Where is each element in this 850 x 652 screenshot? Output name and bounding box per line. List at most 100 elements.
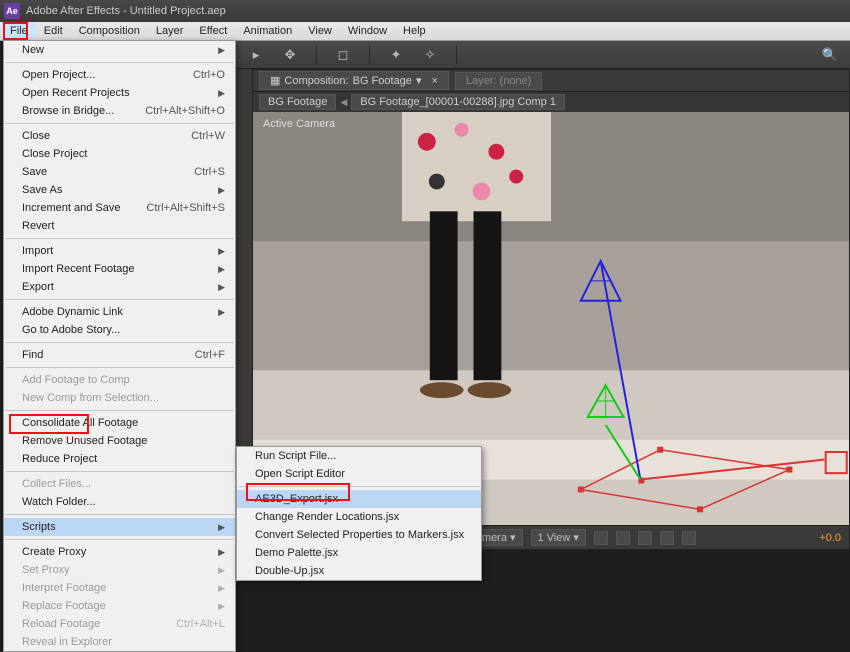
breadcrumb-item[interactable]: BG Footage (259, 94, 336, 110)
menu-effect[interactable]: Effect (191, 23, 235, 39)
submenu-arrow-icon: ▶ (218, 547, 225, 558)
menu-item-new[interactable]: New▶ (4, 41, 235, 59)
menu-item-revert[interactable]: Revert (4, 217, 235, 235)
menu-item-label: Import Recent Footage (22, 263, 135, 275)
submenu-arrow-icon: ▶ (218, 246, 225, 257)
axis-2d-icon[interactable]: ✧ (420, 47, 440, 63)
menu-item-label: Set Proxy (22, 564, 70, 576)
tool-strip[interactable]: ▸ ✥ ◻ ✦ ✧ 🔍 (236, 41, 850, 69)
menu-item-browse-in-bridge[interactable]: Browse in Bridge...Ctrl+Alt+Shift+O (4, 102, 235, 120)
menu-item-remove-unused-footage[interactable]: Remove Unused Footage (4, 432, 235, 450)
menu-item-adobe-dynamic-link[interactable]: Adobe Dynamic Link▶ (4, 303, 235, 321)
menu-item-label: Scripts (22, 521, 56, 533)
menu-separator (5, 342, 234, 343)
views-dropdown[interactable]: 1 View▾ (531, 529, 586, 546)
menu-view[interactable]: View (300, 23, 340, 39)
comp-breadcrumb[interactable]: BG Footage ◀ BG Footage_[00001-00288].jp… (253, 92, 849, 112)
menu-item-increment-and-save[interactable]: Increment and SaveCtrl+Alt+Shift+S (4, 199, 235, 217)
menu-help[interactable]: Help (395, 23, 434, 39)
search-icon[interactable]: 🔍 (820, 47, 840, 63)
menu-item-label: Adobe Dynamic Link (22, 306, 123, 318)
menu-window[interactable]: Window (340, 23, 395, 39)
menu-animation[interactable]: Animation (235, 23, 300, 39)
menu-item-label: Save (22, 166, 47, 178)
menu-item-label: Create Proxy (22, 546, 86, 558)
tab-composition[interactable]: ▦ Composition: BG Footage ▾ × (259, 71, 449, 90)
exposure-value[interactable]: +0.0 (819, 532, 841, 544)
menu-item-label: Reveal in Explorer (22, 636, 112, 648)
viewport-camera-label: Active Camera (263, 118, 335, 130)
menu-file[interactable]: File (2, 23, 36, 39)
tab-layer[interactable]: Layer: (none) (455, 72, 542, 90)
file-menu-dropdown[interactable]: New▶Open Project...Ctrl+OOpen Recent Pro… (3, 40, 236, 652)
menu-item-convert-selected-properties-to-markers-jsx[interactable]: Convert Selected Properties to Markers.j… (237, 526, 481, 544)
cursor-icon[interactable]: ▸ (246, 47, 266, 63)
menu-item-consolidate-all-footage[interactable]: Consolidate All Footage (4, 414, 235, 432)
menu-item-demo-palette-jsx[interactable]: Demo Palette.jsx (237, 544, 481, 562)
menu-separator (5, 238, 234, 239)
menu-item-open-project[interactable]: Open Project...Ctrl+O (4, 66, 235, 84)
scripts-submenu[interactable]: Run Script File... Open Script Editor AE3D… (236, 446, 482, 581)
pixel-aspect-icon[interactable] (616, 531, 630, 545)
menu-item-change-render-locations-jsx[interactable]: Change Render Locations.jsx (237, 508, 481, 526)
menu-item-run-script-file[interactable]: Run Script File... (237, 447, 481, 465)
menu-item-label: Watch Folder... (22, 496, 96, 508)
menu-item-close-project[interactable]: Close Project (4, 145, 235, 163)
menu-item-reduce-project[interactable]: Reduce Project (4, 450, 235, 468)
menu-layer[interactable]: Layer (148, 23, 192, 39)
menu-item-save[interactable]: SaveCtrl+S (4, 163, 235, 181)
menu-edit[interactable]: Edit (36, 23, 71, 39)
menu-item-close[interactable]: CloseCtrl+W (4, 127, 235, 145)
menu-item-export[interactable]: Export ▶ (4, 278, 235, 296)
menu-shortcut: Ctrl+O (193, 69, 225, 81)
submenu-arrow-icon: ▶ (218, 282, 225, 293)
menu-item-label: Find (22, 349, 43, 361)
composition-tab-bar[interactable]: ▦ Composition: BG Footage ▾ × Layer: (no… (253, 70, 849, 92)
menu-item-label: Replace Footage (22, 600, 106, 612)
menu-item-label: Run Script File... (255, 450, 336, 462)
chevron-right-icon: ◀ (340, 97, 347, 108)
menu-item-label: Remove Unused Footage (22, 435, 147, 447)
grid-icon[interactable] (594, 531, 608, 545)
menu-shortcut: Ctrl+F (195, 349, 225, 361)
menu-item-open-recent-projects[interactable]: Open Recent Projects▶ (4, 84, 235, 102)
menu-item-label: Import (22, 245, 53, 257)
breadcrumb-item[interactable]: BG Footage_[00001-00288].jpg Comp 1 (351, 94, 565, 110)
menu-item-reload-footage: Reload FootageCtrl+Alt+L (4, 615, 235, 633)
tab-layer-label: Layer: (none) (466, 75, 531, 87)
menu-item-double-up-jsx[interactable]: Double-Up.jsx (237, 562, 481, 580)
menu-item-label: Revert (22, 220, 54, 232)
menu-item-save-as[interactable]: Save As▶ (4, 181, 235, 199)
menu-item-go-to-adobe-story[interactable]: Go to Adobe Story... (4, 321, 235, 339)
tool-divider (456, 46, 457, 64)
menu-item-label: Convert Selected Properties to Markers.j… (255, 529, 464, 541)
menu-item-watch-folder[interactable]: Watch Folder... (4, 493, 235, 511)
menu-item-import[interactable]: Import ▶ (4, 242, 235, 260)
menu-separator (5, 410, 234, 411)
hand-icon[interactable]: ✥ (280, 47, 300, 63)
close-icon[interactable]: × (431, 75, 437, 87)
menu-item-label: Close (22, 130, 50, 142)
snapping-icon[interactable]: ◻ (333, 47, 353, 63)
submenu-arrow-icon: ▶ (218, 264, 225, 275)
menu-item-label: New (22, 44, 44, 56)
menu-item-find[interactable]: Find Ctrl+F (4, 346, 235, 364)
menu-separator (5, 514, 234, 515)
axis-3d-icon[interactable]: ✦ (386, 47, 406, 63)
timeline-icon[interactable] (660, 531, 674, 545)
dropdown-icon[interactable]: ▾ (416, 74, 422, 87)
menu-bar[interactable]: FileEditCompositionLayerEffectAnimationV… (0, 22, 850, 41)
menu-item-open-script-editor[interactable]: Open Script Editor (237, 465, 481, 483)
menu-composition[interactable]: Composition (71, 23, 148, 39)
menu-item-import-recent-footage[interactable]: Import Recent Footage ▶ (4, 260, 235, 278)
menu-separator (238, 486, 480, 487)
menu-item-ae3d-export-jsx[interactable]: AE3D_Export.jsx (237, 490, 481, 508)
menu-item-label: Browse in Bridge... (22, 105, 114, 117)
menu-item-label: Export (22, 281, 54, 293)
menu-item-scripts[interactable]: Scripts▶ (4, 518, 235, 536)
reset-exposure-icon[interactable] (682, 531, 696, 545)
app-icon: Ae (4, 3, 20, 19)
menu-item-label: Increment and Save (22, 202, 120, 214)
fast-preview-icon[interactable] (638, 531, 652, 545)
menu-item-create-proxy[interactable]: Create Proxy ▶ (4, 543, 235, 561)
